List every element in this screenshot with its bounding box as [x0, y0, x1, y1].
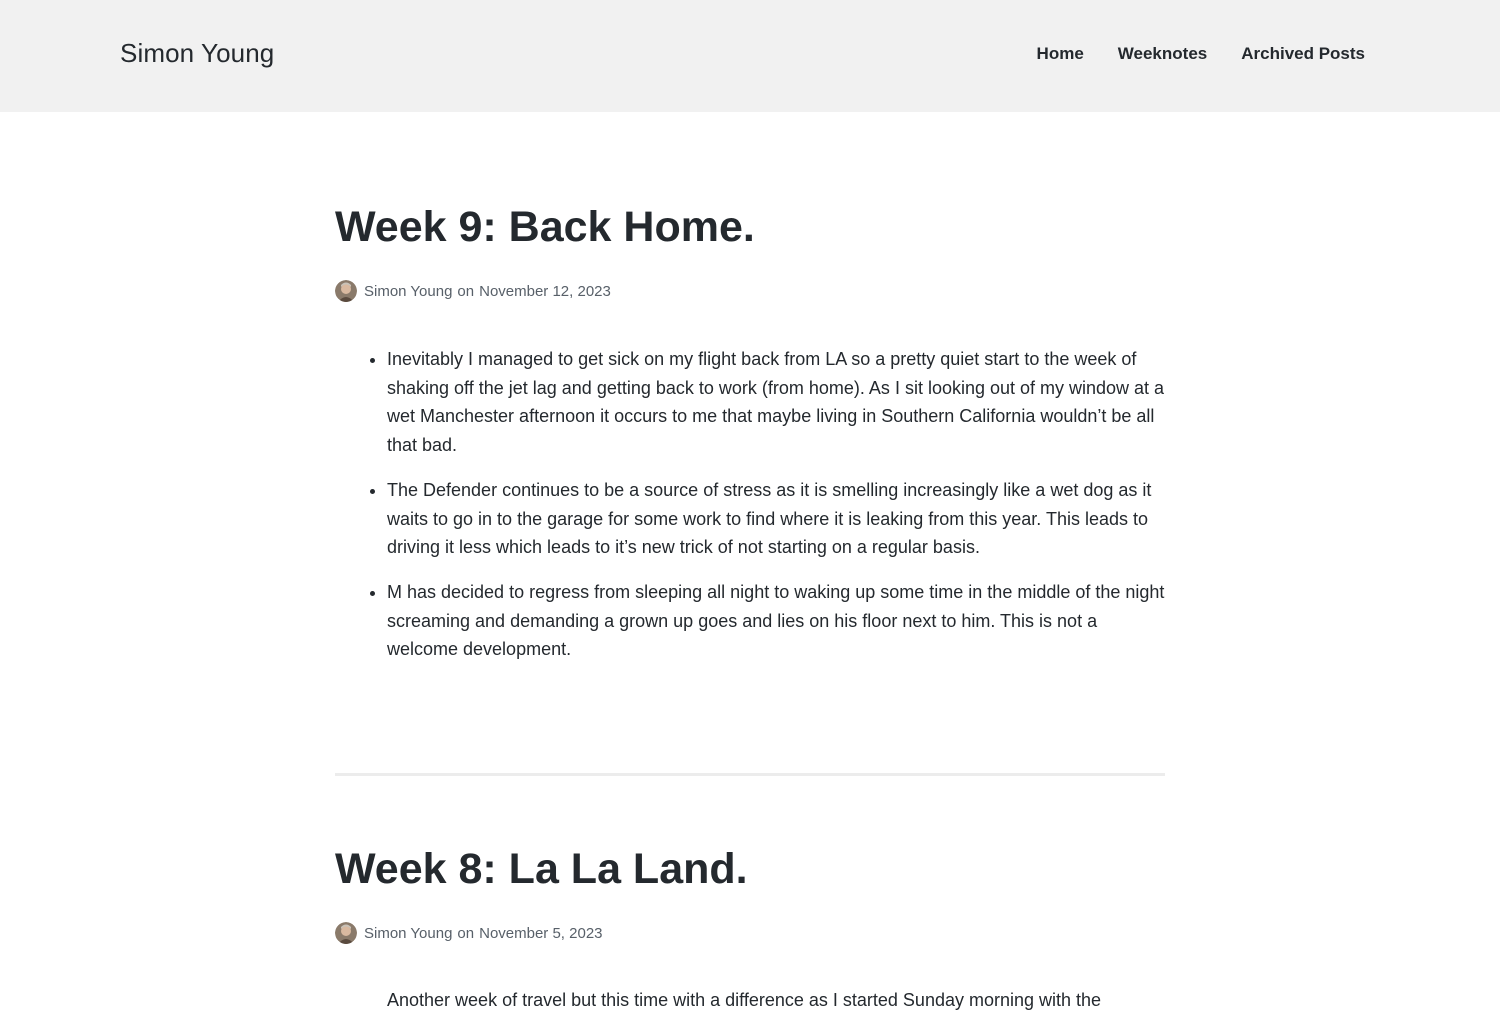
post-date: November 12, 2023: [479, 282, 611, 300]
nav-home-link[interactable]: Home: [1037, 44, 1084, 64]
post-title-link[interactable]: Week 9: Back Home.: [335, 203, 755, 251]
nav-archived-posts-link[interactable]: Archived Posts: [1241, 44, 1365, 64]
post-date: November 5, 2023: [479, 924, 603, 942]
author-avatar: [335, 922, 357, 944]
list-item: Inevitably I managed to get sick on my f…: [387, 345, 1165, 460]
post-meta: Simon Young on November 5, 2023: [335, 922, 603, 944]
list-item: M has decided to regress from sleeping a…: [387, 578, 1165, 664]
post-meta-on: on: [457, 924, 475, 942]
post-body-list: Inevitably I managed to get sick on my f…: [335, 345, 1165, 680]
author-avatar: [335, 280, 357, 302]
post-excerpt: Another week of travel but this time wit…: [387, 990, 1102, 1010]
list-item: The Defender continues to be a source of…: [387, 476, 1165, 562]
post-title-link[interactable]: Week 8: La La Land.: [335, 845, 748, 893]
site-header: Simon Young Home Weeknotes Archived Post…: [0, 0, 1500, 112]
post-divider: [335, 773, 1165, 776]
post-author: Simon Young: [364, 924, 453, 942]
post-meta-on: on: [457, 282, 475, 300]
site-title-link[interactable]: Simon Young: [120, 38, 274, 69]
main-nav: Home Weeknotes Archived Posts: [1037, 44, 1365, 64]
post-author: Simon Young: [364, 282, 453, 300]
nav-weeknotes-link[interactable]: Weeknotes: [1118, 44, 1207, 64]
post-meta: Simon Young on November 12, 2023: [335, 280, 611, 302]
